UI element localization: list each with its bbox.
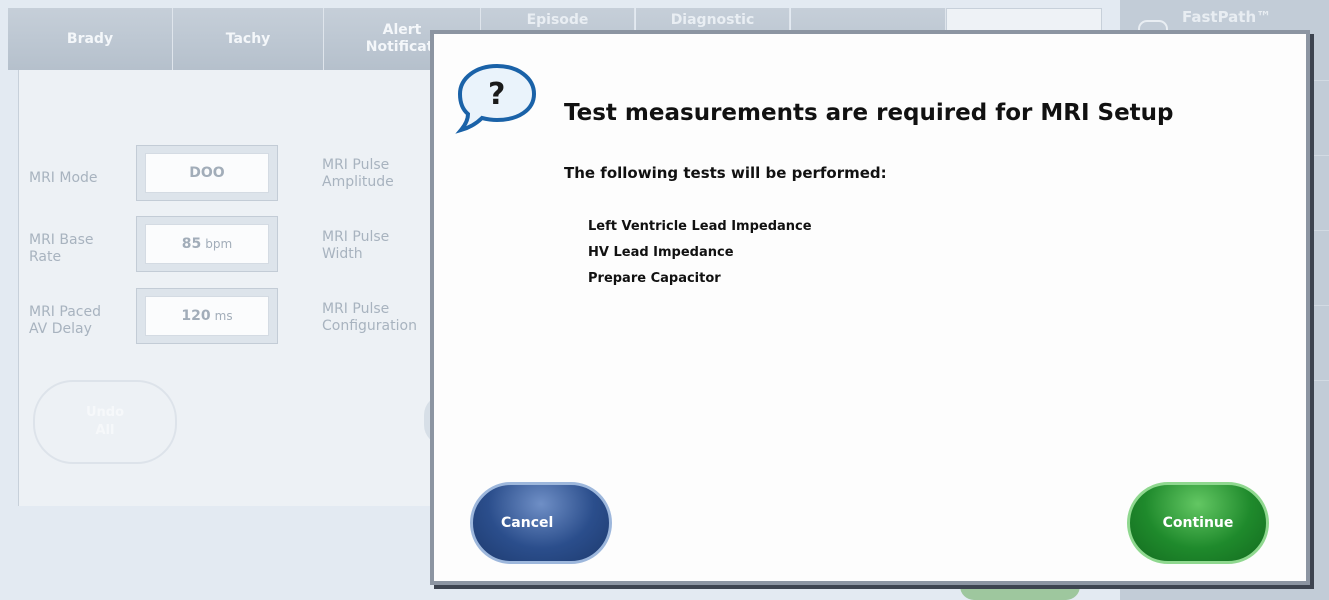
mri-paced-av-delay-label: MRI Paced AV Delay bbox=[29, 304, 101, 337]
test-item: Left Ventricle Lead Impedance bbox=[588, 219, 812, 234]
mri-pulse-amplitude-label: MRI Pulse Amplitude bbox=[322, 157, 394, 190]
test-item: Prepare Capacitor bbox=[588, 271, 721, 286]
mri-paced-av-delay-value: 120 bbox=[181, 308, 211, 324]
mri-mode-value: DOO bbox=[189, 165, 225, 181]
continue-button[interactable]: Continue bbox=[1127, 482, 1269, 564]
mri-paced-av-delay-field[interactable]: 120 ms bbox=[136, 288, 278, 344]
mri-setup-dialog: ? Test measurements are required for MRI… bbox=[430, 30, 1310, 585]
tab-tachy[interactable]: Tachy bbox=[173, 8, 324, 70]
mri-mode-label: MRI Mode bbox=[29, 170, 98, 186]
test-item: HV Lead Impedance bbox=[588, 245, 734, 260]
mri-mode-field[interactable]: DOO bbox=[136, 145, 278, 201]
svg-text:?: ? bbox=[488, 77, 505, 112]
mri-paced-av-delay-unit: ms bbox=[214, 309, 233, 323]
mri-base-rate-unit: bpm bbox=[205, 237, 233, 251]
help-bubble-icon: ? bbox=[455, 63, 537, 134]
undo-all-button[interactable]: Undo All bbox=[33, 380, 177, 464]
mri-base-rate-field[interactable]: 85 bpm bbox=[136, 216, 278, 272]
tab-brady[interactable]: Brady bbox=[8, 8, 173, 70]
mri-pulse-configuration-label: MRI Pulse Configuration bbox=[322, 301, 417, 334]
dialog-title: Test measurements are required for MRI S… bbox=[564, 100, 1174, 126]
mri-base-rate-value: 85 bbox=[181, 236, 202, 252]
cancel-button[interactable]: Cancel bbox=[470, 482, 612, 564]
hidden-green-button bbox=[960, 586, 1080, 600]
dialog-subtitle: The following tests will be performed: bbox=[564, 164, 887, 182]
mri-base-rate-label: MRI Base Rate bbox=[29, 232, 94, 265]
fastpath-label[interactable]: FastPath™ bbox=[1182, 8, 1271, 26]
mri-pulse-width-label: MRI Pulse Width bbox=[322, 229, 390, 262]
